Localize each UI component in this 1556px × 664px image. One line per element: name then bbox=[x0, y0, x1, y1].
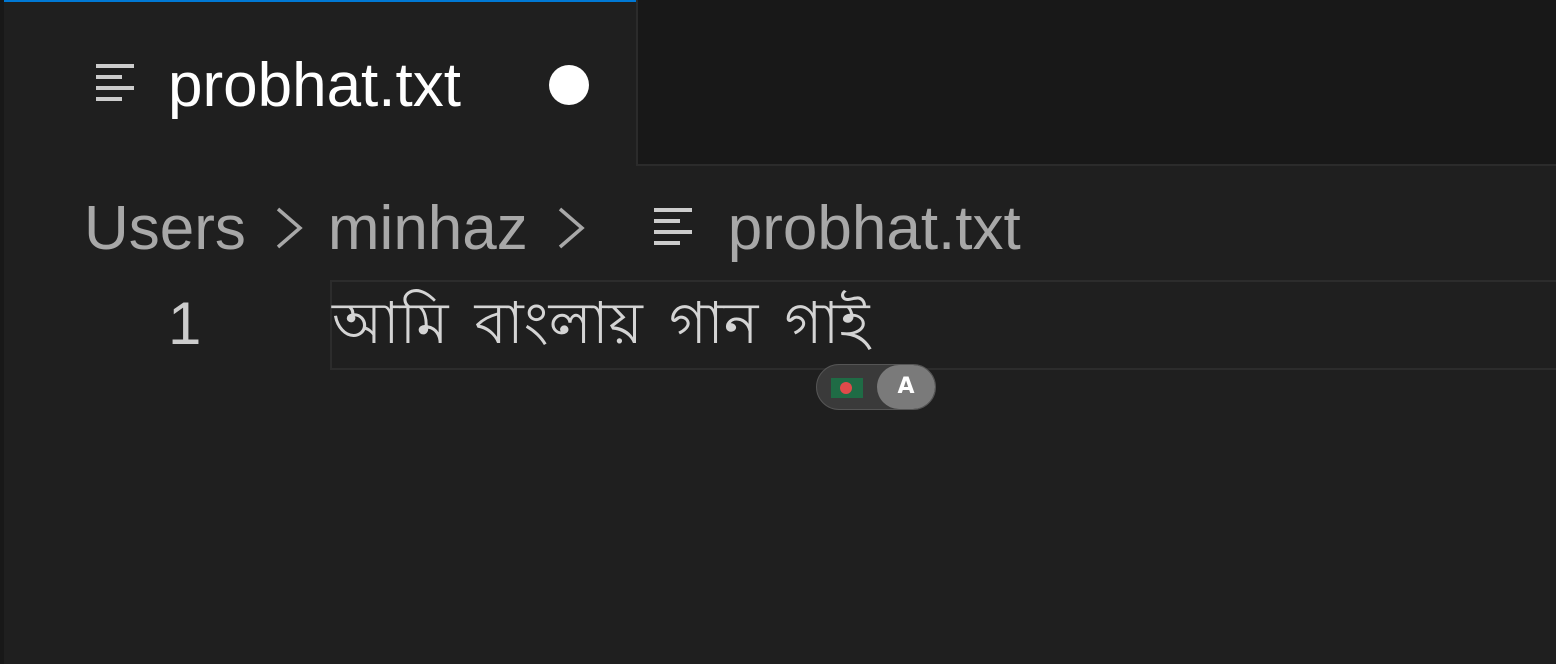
breadcrumb-item-minhaz[interactable]: minhaz bbox=[328, 193, 528, 264]
unsaved-changes-dot-icon[interactable] bbox=[549, 65, 589, 105]
bangladesh-flag-icon bbox=[831, 378, 863, 398]
breadcrumb-item-file[interactable]: probhat.txt bbox=[728, 193, 1021, 264]
editor-line-text[interactable]: আমি বাংলায় গান গাই bbox=[332, 284, 870, 364]
flag-circle bbox=[840, 382, 852, 394]
breadcrumb: Users minhaz probhat.txt bbox=[84, 188, 1021, 268]
input-method-letter: A bbox=[877, 365, 935, 409]
file-text-icon bbox=[96, 64, 134, 101]
chevron-right-icon bbox=[558, 207, 585, 249]
tab-title: probhat.txt bbox=[168, 51, 461, 120]
chevron-right-icon bbox=[276, 207, 303, 249]
tab-bar-empty-space[interactable] bbox=[636, 0, 1556, 166]
line-number: 1 bbox=[168, 290, 202, 357]
input-method-indicator: A bbox=[816, 364, 936, 410]
file-text-icon bbox=[653, 208, 692, 245]
tab-probhat-txt[interactable]: probhat.txt bbox=[4, 0, 636, 168]
breadcrumb-item-users[interactable]: Users bbox=[84, 193, 246, 264]
editor-window: probhat.txt Users minhaz probhat.txt 1 আ… bbox=[0, 0, 1556, 664]
